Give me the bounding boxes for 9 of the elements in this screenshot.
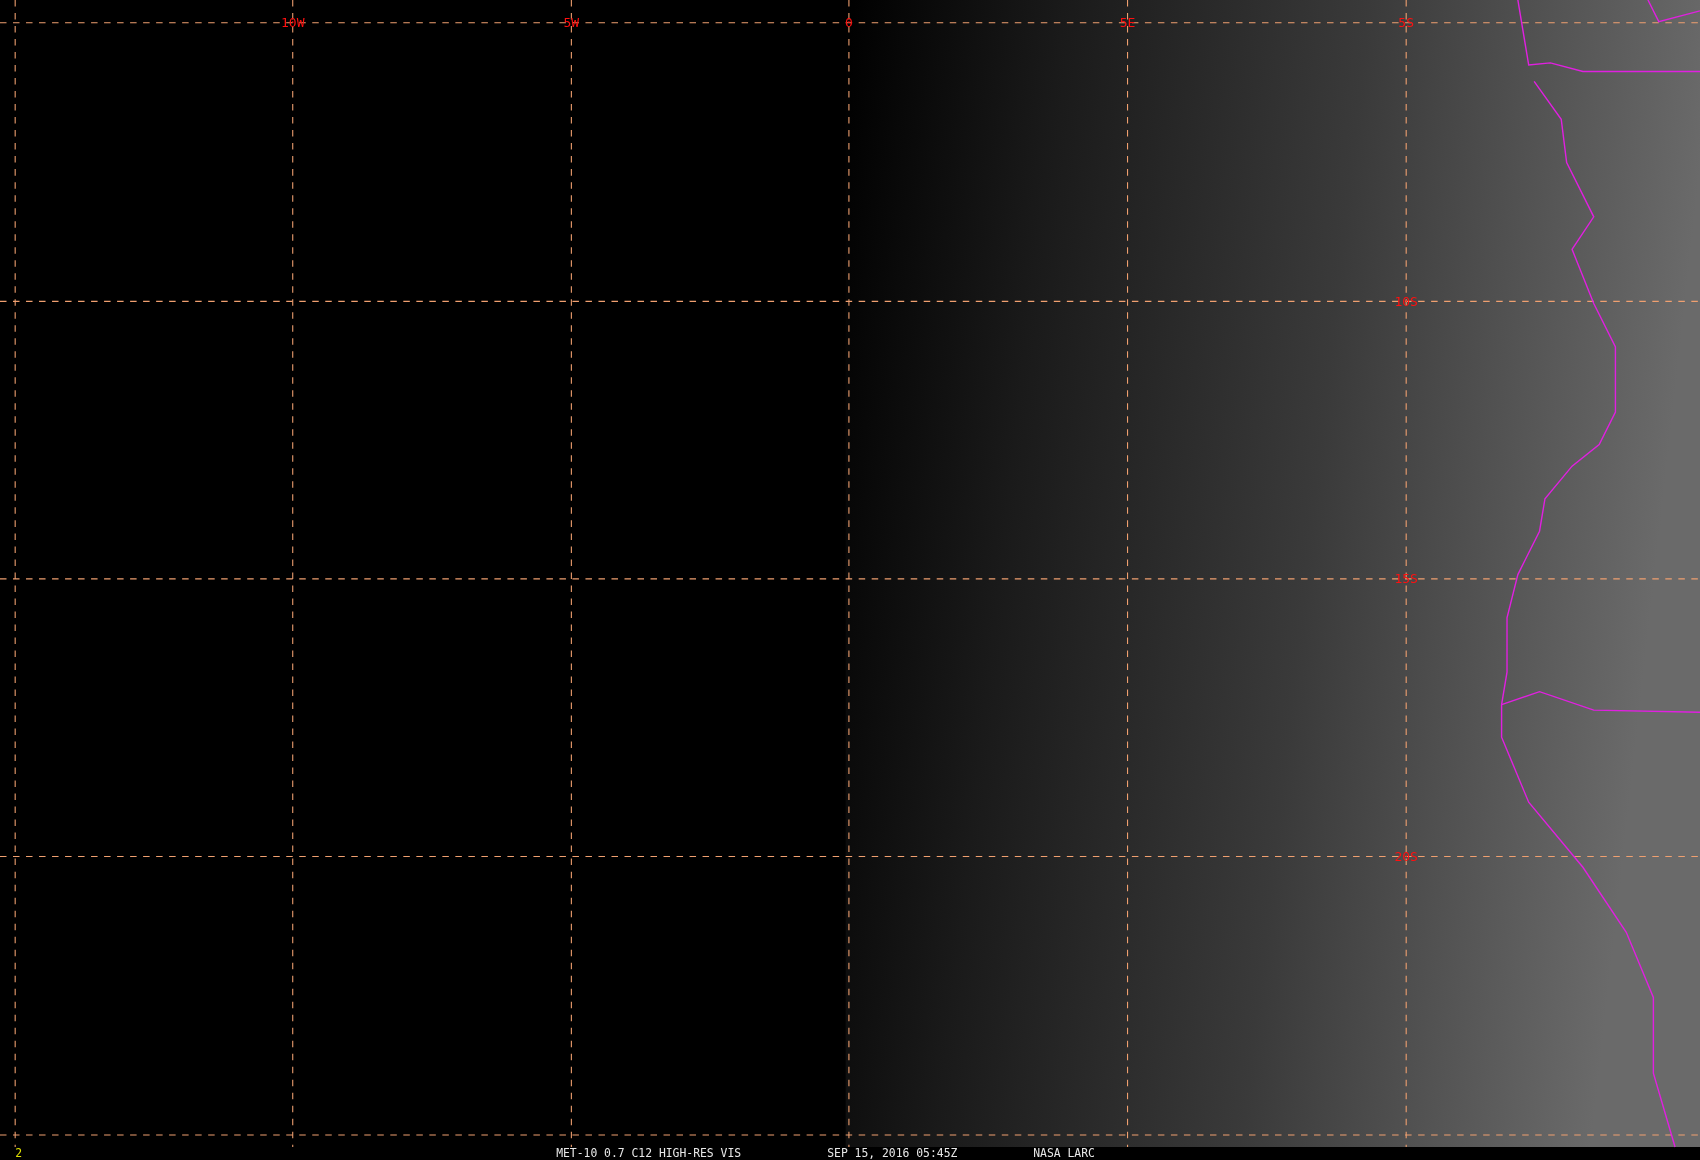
timestamp: SEP 15, 2016 05:45Z (827, 1145, 958, 1160)
latitude-label: 5S (1398, 15, 1414, 31)
latitude-label: 15S (1394, 571, 1418, 587)
product-name: MET-10 0.7 C12 HIGH-RES VIS (556, 1145, 742, 1160)
latitude-label: 10S (1394, 293, 1418, 309)
latitude-label: 20S (1394, 848, 1418, 864)
longitude-label: 10W (281, 15, 305, 31)
source-label: NASA LARC (1033, 1145, 1095, 1160)
frame-number: 2 (15, 1145, 23, 1160)
